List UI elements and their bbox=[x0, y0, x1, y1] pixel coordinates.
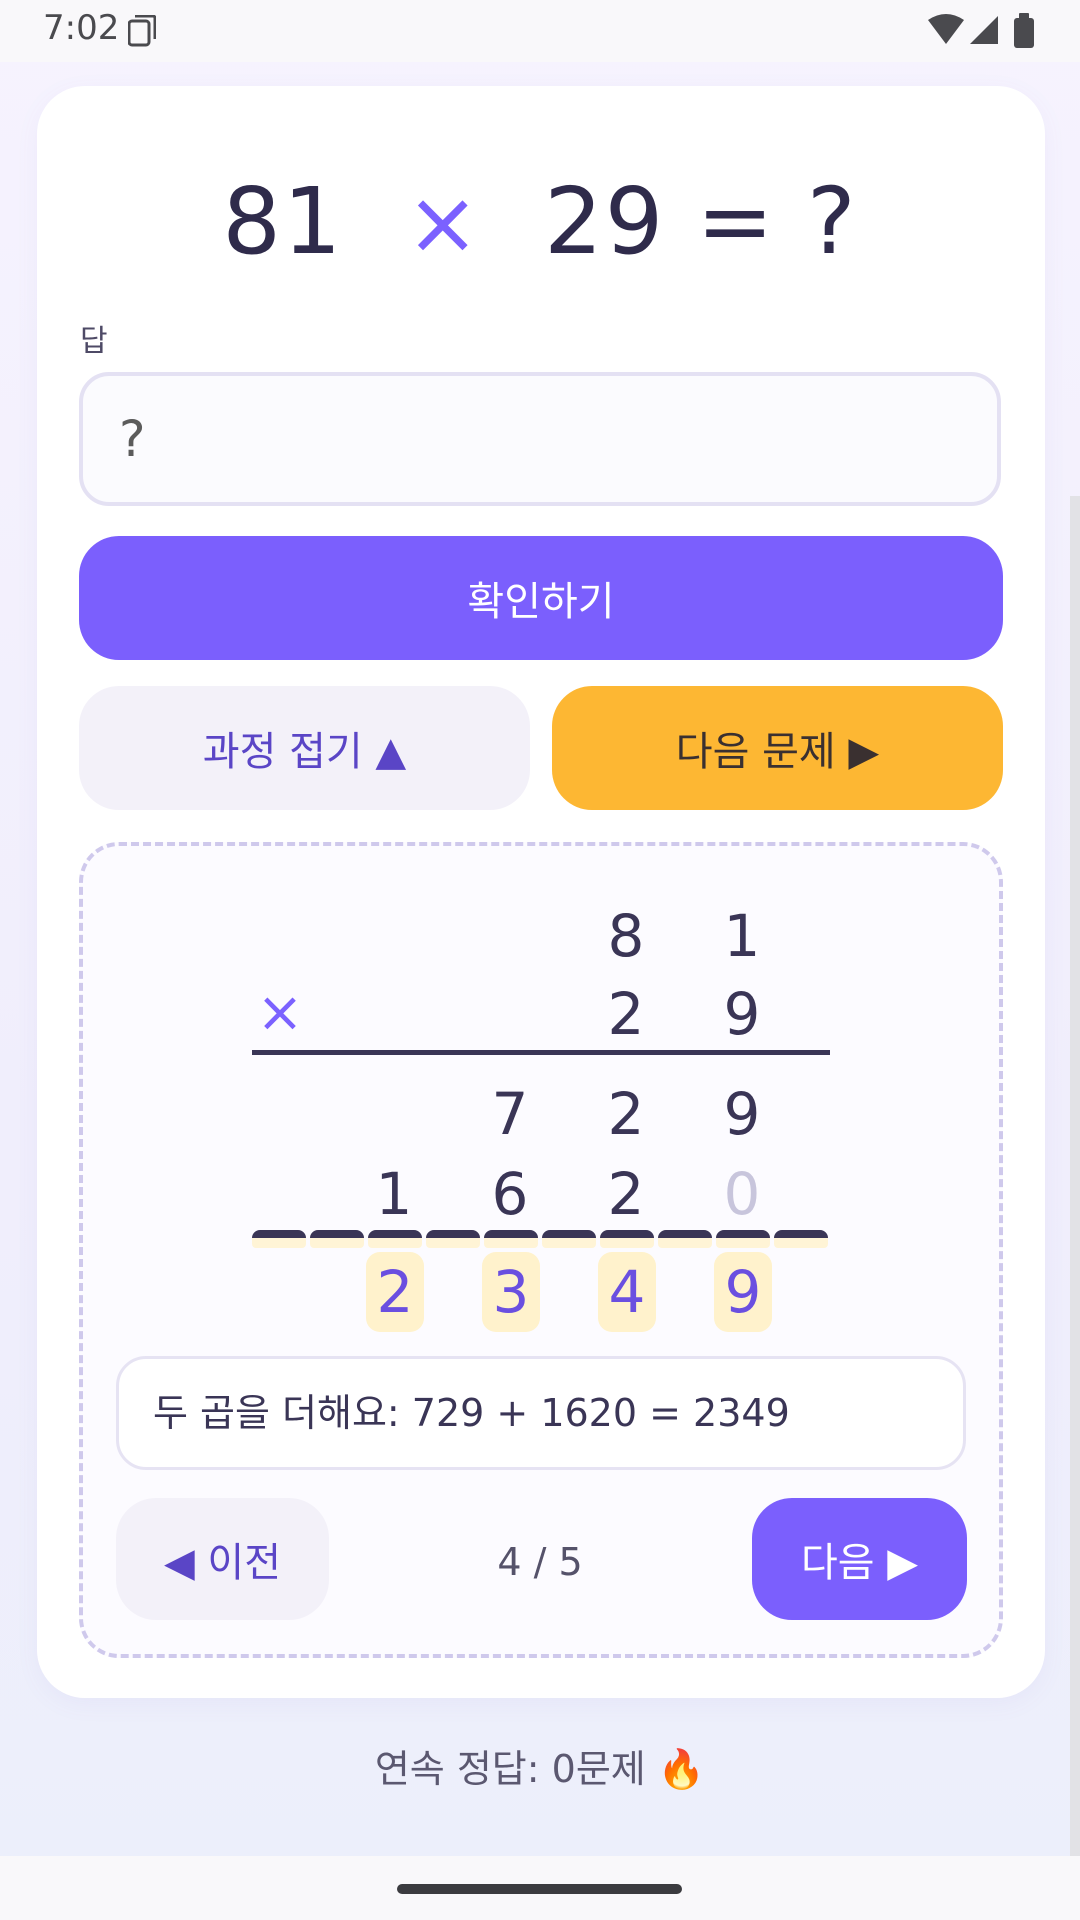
step-page-indicator: 4 / 5 bbox=[497, 1540, 583, 1584]
rule-segment bbox=[542, 1230, 596, 1248]
check-button[interactable]: 확인하기 bbox=[79, 536, 1003, 660]
rule-segment bbox=[426, 1230, 480, 1248]
multiplicand-digit: 1 bbox=[723, 902, 761, 970]
multiplier-digit: 9 bbox=[723, 980, 761, 1048]
equation-rest: = ? bbox=[696, 168, 858, 275]
operand-b: 29 bbox=[544, 168, 666, 275]
next-step-button[interactable]: 다음 ▶ bbox=[752, 1498, 967, 1620]
operand-a: 81 bbox=[222, 168, 344, 275]
scrollbar[interactable] bbox=[1070, 496, 1080, 1856]
battery-icon bbox=[1014, 13, 1034, 48]
wifi-icon bbox=[928, 14, 964, 44]
partial2-digit: 2 bbox=[607, 1160, 645, 1228]
problem-equation: 81 × 29 = ? bbox=[0, 168, 1080, 275]
next-problem-button[interactable]: 다음 문제 ▶ bbox=[552, 686, 1003, 810]
prev-step-button[interactable]: ◀ 이전 bbox=[116, 1498, 329, 1620]
multiply-icon: × bbox=[405, 171, 482, 274]
status-icons bbox=[928, 13, 1034, 48]
rule-segment bbox=[658, 1230, 712, 1248]
partial1-digit: 2 bbox=[607, 1080, 645, 1148]
partial2-digit: 1 bbox=[375, 1160, 413, 1228]
notification-icon bbox=[128, 15, 156, 47]
streak-counter: 연속 정답: 0문제 🔥 bbox=[374, 1747, 706, 1791]
collapse-process-button[interactable]: 과정 접기 ▲ bbox=[79, 686, 530, 810]
result-digit: 3 bbox=[482, 1252, 540, 1332]
partial2-digit-placeholder: 0 bbox=[723, 1160, 761, 1228]
rule-segment bbox=[252, 1230, 306, 1248]
rule-segment bbox=[310, 1230, 364, 1248]
status-bar: 7:02 bbox=[0, 0, 1080, 62]
signal-icon bbox=[970, 16, 998, 44]
rule-segment bbox=[484, 1230, 538, 1248]
rule-segment bbox=[600, 1230, 654, 1248]
partial2-digit: 6 bbox=[491, 1160, 529, 1228]
multiplier-digit: 2 bbox=[607, 980, 645, 1048]
partial1-digit: 7 bbox=[491, 1080, 529, 1148]
multiplicand-digit: 8 bbox=[607, 902, 645, 970]
sum-rule bbox=[252, 1230, 830, 1250]
rule-segment bbox=[716, 1230, 770, 1248]
answer-input[interactable] bbox=[79, 372, 1001, 506]
answer-label: 답 bbox=[80, 324, 108, 359]
multiplication-rule bbox=[252, 1050, 830, 1055]
multiply-sign: × bbox=[256, 980, 304, 1045]
rule-segment bbox=[774, 1230, 828, 1248]
result-digit: 4 bbox=[598, 1252, 656, 1332]
result-digit: 2 bbox=[366, 1252, 424, 1332]
result-digit: 9 bbox=[714, 1252, 772, 1332]
rule-segment bbox=[368, 1230, 422, 1248]
partial1-digit: 9 bbox=[723, 1080, 761, 1148]
status-time: 7:02 bbox=[43, 8, 120, 48]
home-handle[interactable] bbox=[397, 1884, 682, 1894]
step-explanation: 두 곱을 더해요: 729 + 1620 = 2349 bbox=[116, 1356, 966, 1470]
